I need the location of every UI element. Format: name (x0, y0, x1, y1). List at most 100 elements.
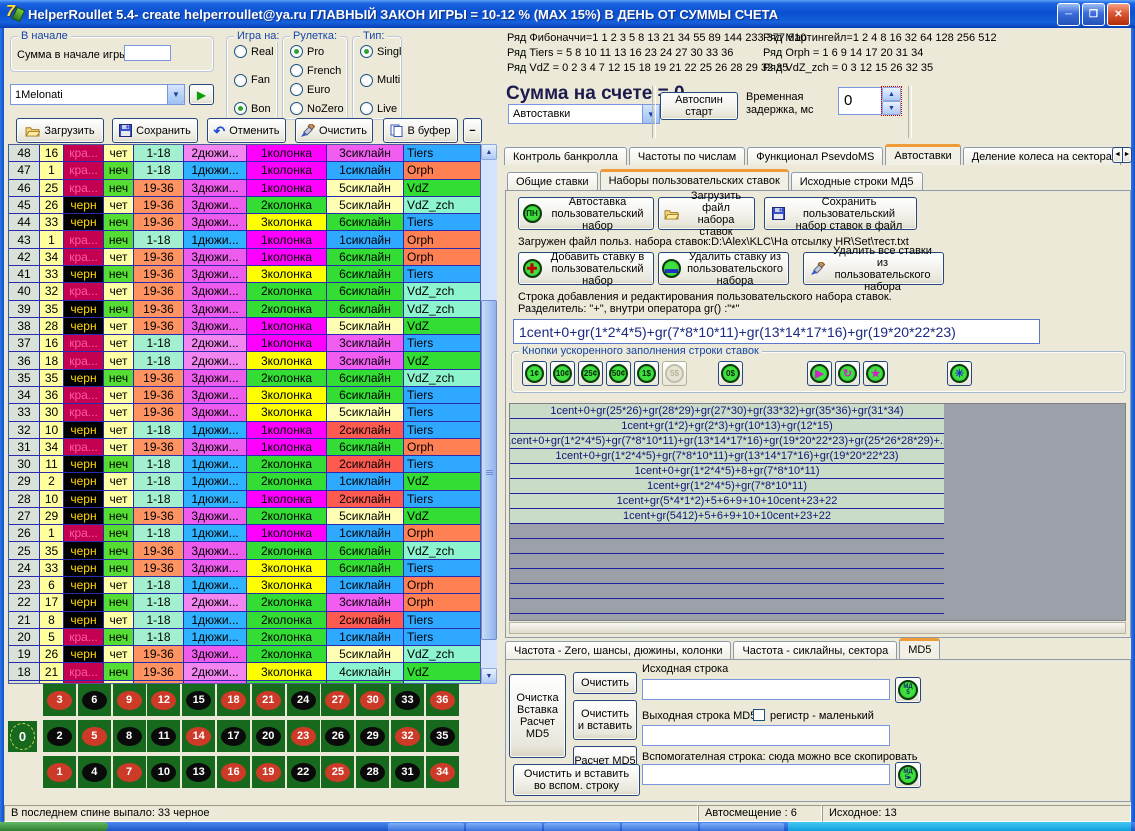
bet-strings-list[interactable]: 1cent+0+gr(25*26)+gr(28*29)+gr(27*30)+gr… (509, 403, 1126, 621)
tab-деление-колеса-на-сектора[interactable]: Деление колеса на сектора (963, 147, 1121, 165)
board-cell-9[interactable]: 9 (113, 684, 146, 716)
board-cell-18[interactable]: 18 (217, 684, 250, 716)
start-button-fragment[interactable] (0, 822, 108, 831)
board-cell-27[interactable]: 27 (321, 684, 354, 716)
bet-string-row[interactable]: 1cent+gr(5412)+5+6+9+10+10cent+23+22 (510, 509, 944, 524)
load-button[interactable]: Загрузить (16, 118, 104, 143)
board-cell-1[interactable]: 1 (43, 756, 76, 788)
taskbar-window-button[interactable] (388, 823, 464, 831)
taskbar-window-button[interactable] (622, 823, 698, 831)
tab-частота-сиклайны-сектора[interactable]: Частота - сиклайны, сектора (733, 641, 897, 659)
board-cell-29[interactable]: 29 (356, 720, 389, 752)
bet-string-row[interactable]: 1cent+gr(5*4*1*2)+5+6+9+10+10cent+23+22 (510, 494, 944, 509)
bet-list-hscrollbar[interactable] (509, 622, 1126, 634)
save-bet-file-button[interactable]: Сохранить пользовательский набор ставок … (764, 197, 917, 230)
bet-50cent-button[interactable]: 50¢ (606, 361, 631, 386)
radio-nozero[interactable]: NoZero (290, 102, 345, 115)
radio-euro[interactable]: Euro (290, 83, 345, 96)
spinner-down-icon[interactable]: ▼ (882, 101, 901, 115)
md5-clear-paste-button[interactable]: Очистить и вставить (573, 700, 637, 740)
board-cell-13[interactable]: 13 (182, 756, 215, 788)
autospin-start-button[interactable]: Автоспин старт (660, 92, 738, 120)
board-cell-30[interactable]: 30 (356, 684, 389, 716)
tab-scroll-left-icon[interactable]: ◄ (1112, 147, 1122, 163)
delay-input[interactable]: 0 (838, 87, 882, 115)
board-cell-4[interactable]: 4 (78, 756, 111, 788)
board-cell-34[interactable]: 34 (426, 756, 459, 788)
board-cell-23[interactable]: 23 (287, 720, 320, 752)
run-strategy-button[interactable]: ▶ (189, 84, 214, 105)
scroll-up-icon[interactable]: ▲ (481, 144, 497, 160)
chevron-down-icon[interactable]: ▼ (167, 85, 184, 104)
undo-button[interactable]: ↶ Отменить (207, 118, 286, 143)
maximize-button[interactable]: ❐ (1082, 3, 1105, 26)
bet-string-row[interactable]: 1cent+0+gr(1*2*4*5)+8+gr(7*8*10*11) (510, 464, 944, 479)
clear-button[interactable]: Очистить (295, 118, 373, 143)
md5-calc-icon-button[interactable]: МД 5 (895, 677, 921, 703)
minimize-button[interactable]: ─ (1057, 3, 1080, 26)
remove-all-bets-button[interactable]: Удалить все ставки из пользовательского … (803, 252, 944, 285)
bet-string-input[interactable] (513, 319, 1040, 344)
radio-multi[interactable]: Multi (360, 74, 399, 87)
board-cell-11[interactable]: 11 (147, 720, 180, 752)
tab-md5[interactable]: MD5 (899, 638, 940, 659)
board-cell-20[interactable]: 20 (252, 720, 285, 752)
board-cell-16[interactable]: 16 (217, 756, 250, 788)
board-cell-24[interactable]: 24 (287, 684, 320, 716)
board-cell-21[interactable]: 21 (252, 684, 285, 716)
lowercase-checkbox[interactable] (753, 709, 765, 721)
board-cell-32[interactable]: 32 (391, 720, 424, 752)
start-sum-input[interactable] (124, 45, 171, 61)
insert-star-button[interactable]: ★ (863, 361, 888, 386)
to-buffer-button[interactable]: В буфер (383, 118, 458, 143)
bet-string-row[interactable]: 1cent+0+gr(1*2*4*5)+gr(7*8*10*11)+gr(13*… (510, 434, 944, 449)
tab-исходные-строки-мд5[interactable]: Исходные строки МД5 (791, 172, 923, 190)
autobet-set-button[interactable]: ПН Автоставка пользовательский набор (518, 197, 654, 230)
board-cell-8[interactable]: 8 (113, 720, 146, 752)
radio-singl[interactable]: Singl (360, 45, 399, 58)
history-scrollbar[interactable]: ▲ ▼ (481, 144, 497, 684)
chevron-down-icon[interactable]: ▼ (642, 105, 659, 123)
md5-combo-button[interactable]: Очистка Вставка Расчет MD5 (509, 674, 566, 758)
bet-1dollar-button[interactable]: 1$ (634, 361, 659, 386)
board-cell-31[interactable]: 31 (391, 756, 424, 788)
board-cell-6[interactable]: 6 (78, 684, 111, 716)
scroll-down-icon[interactable]: ▼ (481, 668, 497, 684)
taskbar-window-button[interactable] (544, 823, 620, 831)
mode-select[interactable]: Автоставки ▼ (508, 104, 660, 124)
board-cell-3[interactable]: 3 (43, 684, 76, 716)
board-cell-10[interactable]: 10 (147, 756, 180, 788)
radio-pro[interactable]: Pro (290, 45, 345, 58)
radio-french[interactable]: French (290, 64, 345, 77)
load-bet-file-button[interactable]: Загрузить файл набора ставок (658, 197, 755, 230)
collapse-button[interactable]: − (463, 118, 482, 143)
board-cell-19[interactable]: 19 (252, 756, 285, 788)
remove-bet-button[interactable]: ▬ Удалить ставку из пользовательского на… (658, 252, 789, 285)
board-cell-15[interactable]: 15 (182, 684, 215, 716)
bet-25cent-button[interactable]: 25¢ (578, 361, 603, 386)
taskbar-window-button[interactable] (466, 823, 542, 831)
taskbar-window-button[interactable] (700, 823, 784, 831)
md5-clear-button[interactable]: Очистить (573, 672, 637, 694)
tab-частота-zero-шансы-дюжины-колонки[interactable]: Частота - Zero, шансы, дюжины, колонки (505, 641, 731, 659)
tab-частоты-по-числам[interactable]: Частоты по числам (629, 147, 745, 165)
bet-0dollar-button[interactable]: 0$ (718, 361, 743, 386)
md5-aux-input[interactable] (642, 764, 890, 785)
tab-автоставки[interactable]: Автоставки (885, 144, 960, 165)
tab-контроль-банкролла[interactable]: Контроль банкролла (504, 147, 627, 165)
spinner-up-icon[interactable]: ▲ (882, 87, 901, 101)
add-bet-button[interactable]: ✚ Добавить ставку в пользовательский наб… (518, 252, 654, 285)
board-cell-22[interactable]: 22 (287, 756, 320, 788)
md5-source-input[interactable] (642, 679, 890, 700)
radio-fan[interactable]: Fan (234, 74, 275, 87)
board-cell-12[interactable]: 12 (147, 684, 180, 716)
board-cell-35[interactable]: 35 (426, 720, 459, 752)
bet-string-row[interactable]: 1cent+gr(1*2)+gr(2*3)+gr(10*13)+gr(12*15… (510, 419, 944, 434)
md5-clear-paste-aux-button[interactable]: Очистить и вставить во вспом. строку (513, 764, 640, 796)
bet-string-row[interactable]: 1cent+gr(1*2*4*5)+gr(7*8*10*11) (510, 479, 944, 494)
scrollbar-thumb[interactable] (481, 300, 497, 640)
save-button[interactable]: Сохранить (112, 118, 198, 143)
radio-bon[interactable]: Bon (234, 102, 275, 115)
md5-out-input[interactable] (642, 725, 890, 746)
insert-play-button[interactable]: ▶ (807, 361, 832, 386)
